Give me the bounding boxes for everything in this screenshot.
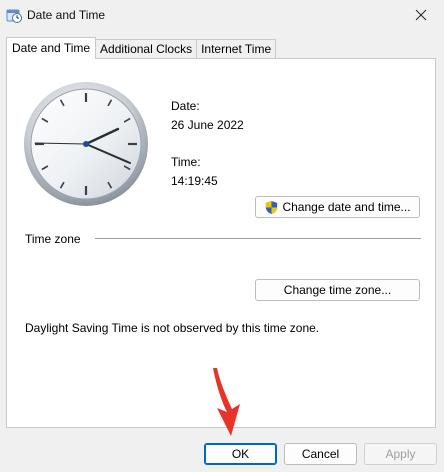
close-icon <box>415 9 427 21</box>
date-time-app-icon <box>6 7 22 23</box>
timezone-heading: Time zone <box>25 232 81 246</box>
tab-date-and-time[interactable]: Date and Time <box>6 37 97 59</box>
apply-button[interactable]: Apply <box>364 443 437 465</box>
window-title: Date and Time <box>27 8 106 22</box>
ok-button[interactable]: OK <box>204 443 277 465</box>
date-value: 26 June 2022 <box>171 118 244 132</box>
pointer-arrow-icon <box>213 368 240 436</box>
change-date-time-button[interactable]: Change date and time... <box>255 196 420 218</box>
tab-strip: Date and Time Additional Clocks Internet… <box>6 37 277 59</box>
date-label: Date: <box>171 99 200 113</box>
tab-additional-clocks[interactable]: Additional Clocks <box>95 39 198 59</box>
title-bar: Date and Time <box>0 0 444 30</box>
change-date-time-label: Change date and time... <box>282 200 411 214</box>
time-value: 14:19:45 <box>171 174 218 188</box>
tab-internet-time[interactable]: Internet Time <box>196 39 277 59</box>
time-label: Time: <box>171 155 201 169</box>
close-button[interactable] <box>398 0 444 30</box>
dst-note: Daylight Saving Time is not observed by … <box>25 321 320 335</box>
analog-clock <box>21 79 151 209</box>
change-time-zone-button[interactable]: Change time zone... <box>255 279 420 301</box>
timezone-divider <box>95 238 421 239</box>
uac-shield-icon <box>266 200 278 214</box>
cancel-button[interactable]: Cancel <box>284 443 357 465</box>
